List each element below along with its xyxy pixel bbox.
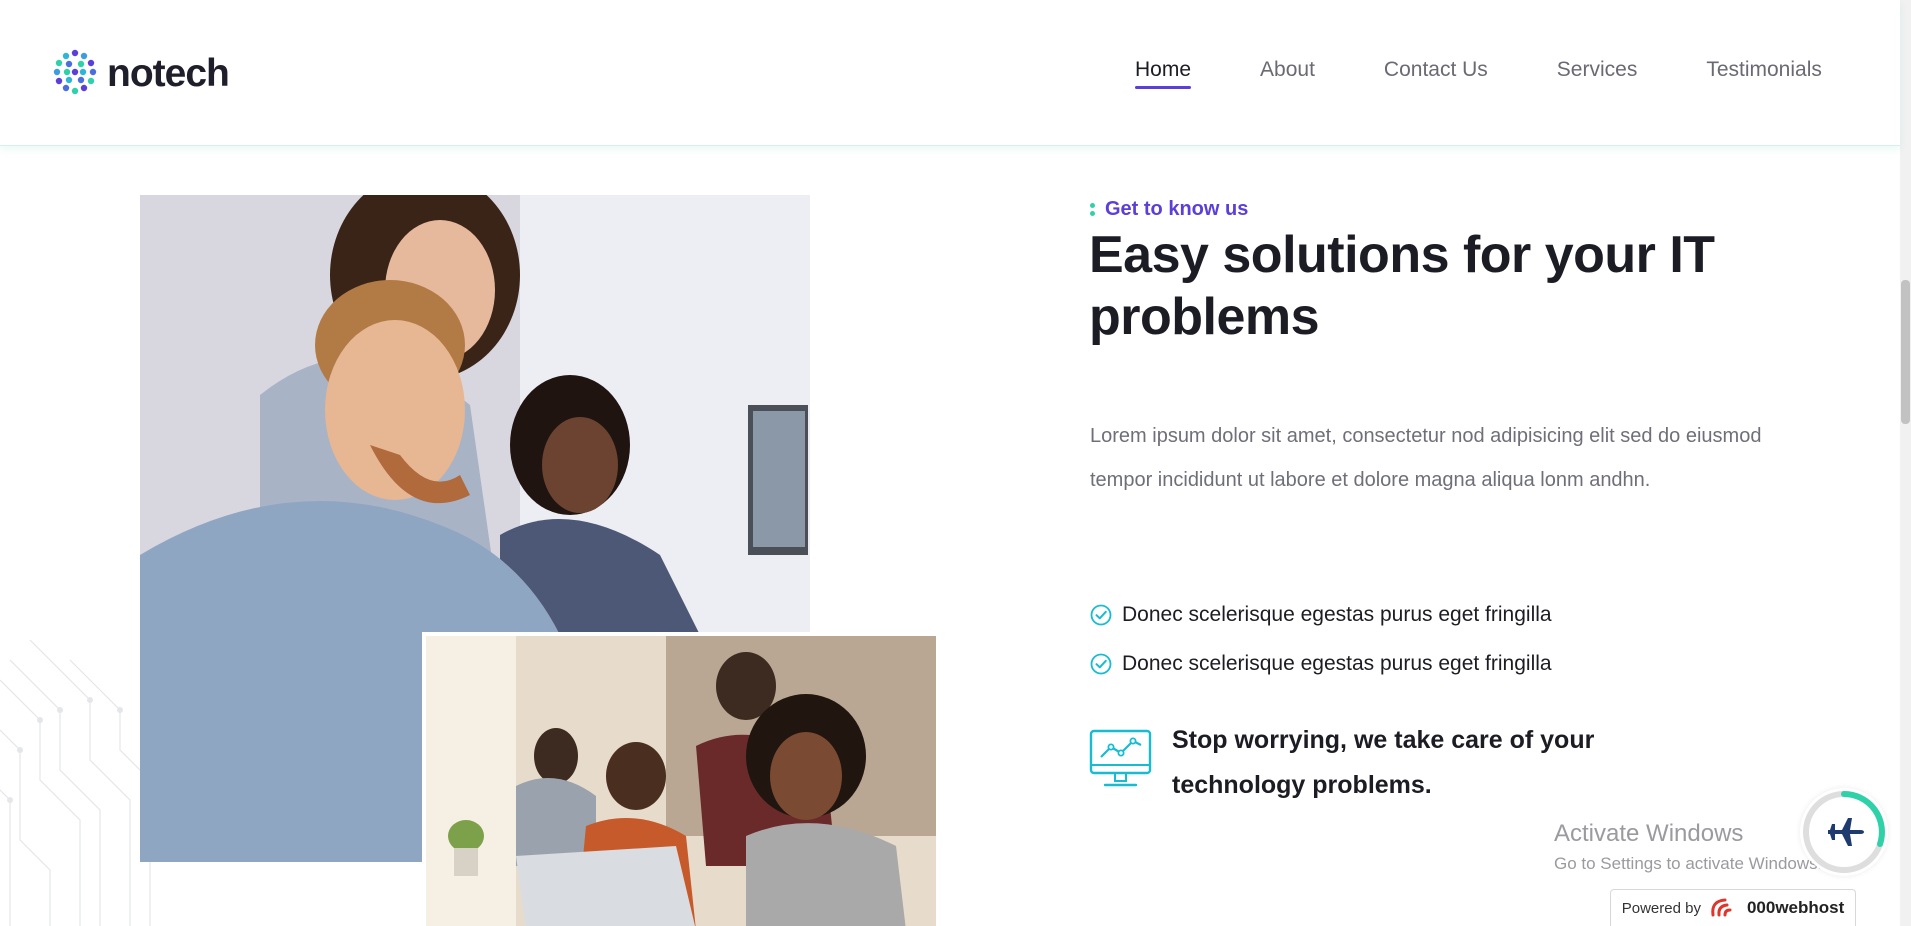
nav-home[interactable]: Home bbox=[1135, 58, 1192, 89]
team-photo-secondary bbox=[422, 632, 936, 926]
nav-testimonials[interactable]: Testimonials bbox=[1706, 58, 1822, 82]
powered-by-brand: 000webhost bbox=[1746, 898, 1845, 917]
section-eyebrow: Get to know us bbox=[1090, 198, 1248, 221]
checklist-item-label: Donec scelerisque egestas purus eget fri… bbox=[1122, 651, 1552, 675]
webhost-logo-icon bbox=[1711, 898, 1732, 917]
monitor-chart-icon bbox=[1089, 729, 1152, 787]
watermark-subtitle: Go to Settings to activate Windows. bbox=[1554, 854, 1823, 873]
check-circle-icon bbox=[1090, 604, 1112, 625]
callout-block: Stop worrying, we take care of your tech… bbox=[1089, 718, 1692, 808]
logo[interactable]: notech bbox=[49, 45, 230, 102]
eyebrow-text: Get to know us bbox=[1105, 198, 1249, 220]
feature-checklist: Donec scelerisque egestas purus eget fri… bbox=[1090, 590, 1552, 688]
site-header: notech Home About Contact Us Services Te… bbox=[0, 0, 1900, 146]
nav-services[interactable]: Services bbox=[1557, 58, 1638, 82]
logo-text: notech bbox=[107, 51, 230, 95]
nav-contact-us[interactable]: Contact Us bbox=[1384, 58, 1488, 82]
checklist-item-label: Donec scelerisque egestas purus eget fri… bbox=[1122, 602, 1552, 626]
activate-windows-watermark: Activate Windows Go to Settings to activ… bbox=[1554, 819, 1822, 876]
circuit-pattern-decoration bbox=[0, 640, 151, 926]
main-nav: Home About Contact Us Services Testimoni… bbox=[1135, 58, 1822, 89]
nav-about[interactable]: About bbox=[1260, 58, 1315, 82]
scrollbar-thumb[interactable] bbox=[1901, 280, 1910, 424]
eyebrow-dots-icon bbox=[1090, 203, 1095, 216]
watermark-title: Activate Windows bbox=[1554, 820, 1744, 847]
checklist-item: Donec scelerisque egestas purus eget fri… bbox=[1090, 639, 1552, 688]
globe-dots-icon bbox=[49, 45, 101, 102]
section-headline: Easy solutions for your IT problems bbox=[1089, 226, 1715, 346]
page-scrollbar[interactable] bbox=[1900, 0, 1911, 926]
airplane-icon bbox=[1828, 818, 1864, 846]
scroll-progress-widget[interactable] bbox=[1800, 788, 1888, 876]
checklist-item: Donec scelerisque egestas purus eget fri… bbox=[1090, 590, 1552, 639]
check-circle-icon bbox=[1090, 653, 1112, 674]
powered-by-badge[interactable]: Powered by 000webhost bbox=[1610, 889, 1856, 926]
callout-text: Stop worrying, we take care of your tech… bbox=[1172, 726, 1595, 799]
section-body-text: Lorem ipsum dolor sit amet, consectetur … bbox=[1090, 425, 1762, 491]
powered-by-label: Powered by bbox=[1621, 899, 1701, 917]
